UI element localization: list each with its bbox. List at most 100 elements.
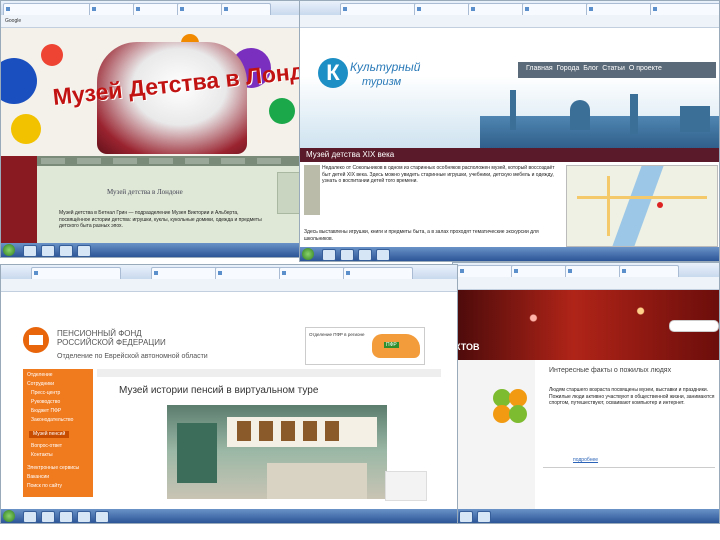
logo-k-icon: К <box>318 58 348 88</box>
taskbar-icon[interactable] <box>77 511 91 523</box>
left-margin <box>1 156 37 246</box>
taskbar-icon[interactable] <box>59 245 73 257</box>
taskbar-icon[interactable] <box>41 511 55 523</box>
browser-tab[interactable] <box>468 3 528 15</box>
brand-subtitle: туризм <box>362 76 402 88</box>
start-button[interactable] <box>3 244 15 256</box>
menu-item[interactable]: Отделение <box>27 372 53 379</box>
museum-photo <box>167 405 387 499</box>
article-image <box>304 165 320 215</box>
map-pin-icon <box>657 202 663 208</box>
taskbar-icon[interactable] <box>322 249 336 261</box>
taskbar-icon[interactable] <box>41 245 55 257</box>
taskbar-icon[interactable] <box>459 511 473 523</box>
article-text: Недалеко от Сокольников в одном из стари… <box>322 165 555 185</box>
taskbar <box>453 509 719 523</box>
browser-tab[interactable] <box>215 267 285 279</box>
browser-tab[interactable] <box>343 267 413 279</box>
taskbar-icon[interactable] <box>358 249 372 261</box>
browser-toolbar: Google <box>1 15 301 28</box>
header-left-label: КТОВ <box>455 342 480 352</box>
site-nav <box>37 156 301 166</box>
org-name-line2: РОССИЙСКОЙ ФЕДЕРАЦИИ <box>57 338 166 347</box>
page-banner: Музей Детства в Лонд <box>1 28 301 156</box>
header-search-input[interactable] <box>669 320 719 332</box>
menu-item[interactable]: Поиск по сайту <box>27 483 62 490</box>
content-area: Музей детства в Лондоне Музей детства в … <box>37 166 301 246</box>
browser-tab[interactable] <box>650 3 719 15</box>
nav-item[interactable] <box>221 158 245 164</box>
browser-tab-bar <box>1 1 301 16</box>
nav-item[interactable] <box>77 158 101 164</box>
start-button[interactable] <box>302 248 314 260</box>
browser-tab[interactable] <box>511 265 571 277</box>
browser-tab[interactable] <box>133 3 183 15</box>
menu-item[interactable]: Контакты <box>31 452 53 459</box>
menu-item[interactable]: Бюджет ПФР <box>31 408 61 415</box>
screenshot-pension-fund: ПЕНСИОННЫЙ ФОНД РОССИЙСКОЙ ФЕДЕРАЦИИ Отд… <box>0 264 458 524</box>
promo-badge: ПФР <box>384 342 399 348</box>
section-band: Музей детства XIX века <box>300 148 719 162</box>
divider <box>543 467 715 468</box>
browser-toolbar <box>1 279 457 292</box>
browser-toolbar <box>300 15 719 28</box>
menu-item[interactable]: Руководство <box>31 399 60 406</box>
browser-tab[interactable] <box>457 265 517 277</box>
menu-item[interactable]: Пресс-центр <box>31 390 60 397</box>
site-header: К Культурный туризм Главная Города Блог … <box>300 28 719 148</box>
read-more-link[interactable]: подробнее <box>573 457 598 463</box>
menu-item[interactable]: Вакансии <box>27 474 49 481</box>
browser-toolbar <box>453 277 719 290</box>
nav-item[interactable] <box>257 158 281 164</box>
menu-item[interactable]: Законодательство <box>31 417 73 424</box>
nav-item[interactable] <box>149 158 173 164</box>
browser-tab[interactable] <box>31 267 121 279</box>
footer-text: Здесь выставлены игрушки, книги и предме… <box>304 229 539 242</box>
browser-tab[interactable] <box>221 3 271 15</box>
browser-tab[interactable] <box>586 3 656 15</box>
browser-tab[interactable] <box>619 265 679 277</box>
article-text: Музей детства в Бетнал Грин — подразделе… <box>59 210 262 230</box>
browser-tab[interactable] <box>340 3 420 15</box>
article-title: Музей детства в Лондоне <box>107 188 183 196</box>
search-label[interactable]: Google <box>5 15 21 27</box>
browser-tab[interactable] <box>522 3 592 15</box>
screenshot-museum-london: Google Музей Детства в Лонд Музей детств… <box>0 0 302 258</box>
taskbar-icon[interactable] <box>59 511 73 523</box>
menu-item[interactable]: Электронные сервисы <box>27 465 79 472</box>
browser-tab-bar <box>1 265 457 280</box>
page-title: Музей истории пенсий в виртуальном туре <box>119 385 319 396</box>
section-title: Музей детства XIX века <box>306 150 395 159</box>
org-branch: Отделение по Еврейской автономной област… <box>57 353 208 360</box>
article-text: Людям старшего возраста посвящены музеи,… <box>549 387 715 407</box>
browser-tab[interactable] <box>177 3 227 15</box>
taskbar-icon[interactable] <box>95 511 109 523</box>
taskbar-icon[interactable] <box>23 245 37 257</box>
start-button[interactable] <box>3 510 15 522</box>
browser-tab[interactable] <box>3 3 93 15</box>
nav-item[interactable] <box>113 158 137 164</box>
left-menu: Отделение Сотрудники Пресс-центр Руковод… <box>23 369 93 497</box>
taskbar-icon[interactable] <box>23 511 37 523</box>
browser-tab[interactable] <box>89 3 139 15</box>
taskbar-icon[interactable] <box>340 249 354 261</box>
browser-tab-bar <box>300 1 719 16</box>
menu-item[interactable]: Вопрос-ответ <box>31 443 62 450</box>
browser-tab[interactable] <box>414 3 474 15</box>
browser-tab[interactable] <box>151 267 221 279</box>
skyline-image <box>480 90 719 148</box>
menu-item-active[interactable]: Музей пенсий <box>29 431 70 438</box>
nav-item[interactable] <box>185 158 209 164</box>
site-header: КТОВ <box>453 290 719 360</box>
browser-tab[interactable] <box>565 265 625 277</box>
taskbar-icon[interactable] <box>77 245 91 257</box>
pager <box>385 471 427 501</box>
nav-item[interactable] <box>41 158 65 164</box>
taskbar-icon[interactable] <box>376 249 390 261</box>
nav-links[interactable]: Главная Города Блог Статьи О проекте <box>526 65 662 72</box>
browser-tab[interactable] <box>279 267 349 279</box>
section-title: Интересные факты о пожилых людях <box>549 367 672 374</box>
menu-item[interactable]: Сотрудники <box>27 381 54 388</box>
taskbar-icon[interactable] <box>477 511 491 523</box>
org-name-line1: ПЕНСИОННЫЙ ФОНД <box>57 329 142 338</box>
